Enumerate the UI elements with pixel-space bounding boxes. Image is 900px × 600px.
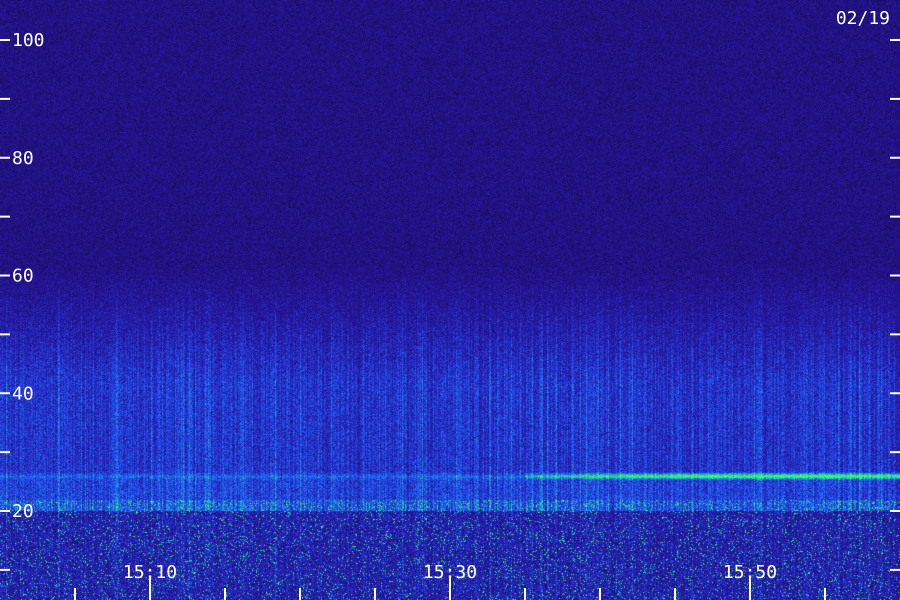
spectrogram-chart: 100 80 60 40 20 15:10 15:30 15:50 02/19 [0,0,900,600]
x-axis: 15:10 15:30 15:50 [74,562,826,600]
date-label: 02/19 [836,8,890,29]
axes-overlay: 100 80 60 40 20 15:10 15:30 15:50 02/19 [0,8,900,600]
x-tick-label: 15:50 [723,562,777,583]
x-tick-label: 15:10 [123,562,177,583]
y-tick-label: 80 [12,148,34,169]
y-tick-label: 60 [12,266,34,287]
y-tick-label: 100 [12,30,45,51]
y-tick-label: 40 [12,383,34,404]
x-tick-label: 15:30 [423,562,477,583]
y-tick-label: 20 [12,501,34,522]
y-axis: 100 80 60 40 20 [0,30,900,571]
